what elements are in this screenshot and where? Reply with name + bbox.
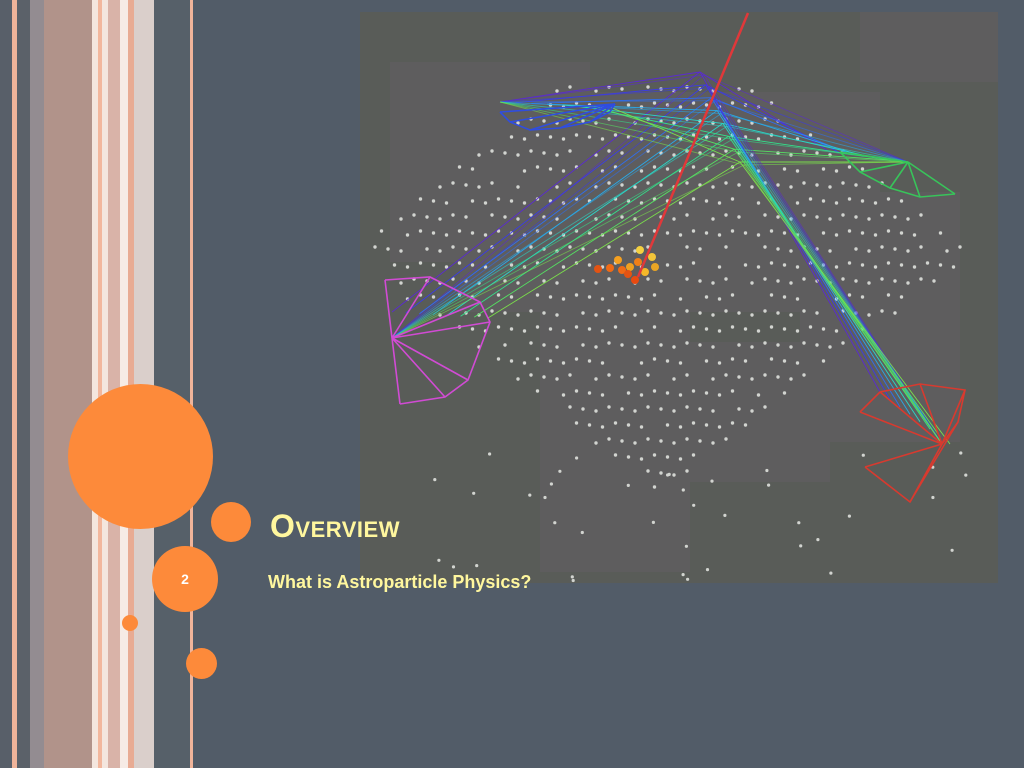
- stripe-white-3: [120, 0, 128, 768]
- stripe-dark-2: [17, 0, 30, 768]
- event-display-image: [360, 12, 998, 583]
- stripe-dark-1: [0, 0, 12, 768]
- stripe-dark-3: [154, 0, 190, 768]
- stripe-mauve: [30, 0, 44, 768]
- slide-number: 2: [181, 571, 189, 587]
- slide-subtitle: What is Astroparticle Physics?: [268, 572, 532, 592]
- decor-circle-medium: [211, 502, 251, 542]
- decor-circle-small: [186, 648, 217, 679]
- stripe-taupe: [44, 0, 92, 768]
- decor-circle-large: [68, 384, 213, 529]
- slide-title: Overview: [270, 508, 400, 544]
- stripe-rose: [108, 0, 120, 768]
- decor-circle-tiny: [122, 615, 138, 631]
